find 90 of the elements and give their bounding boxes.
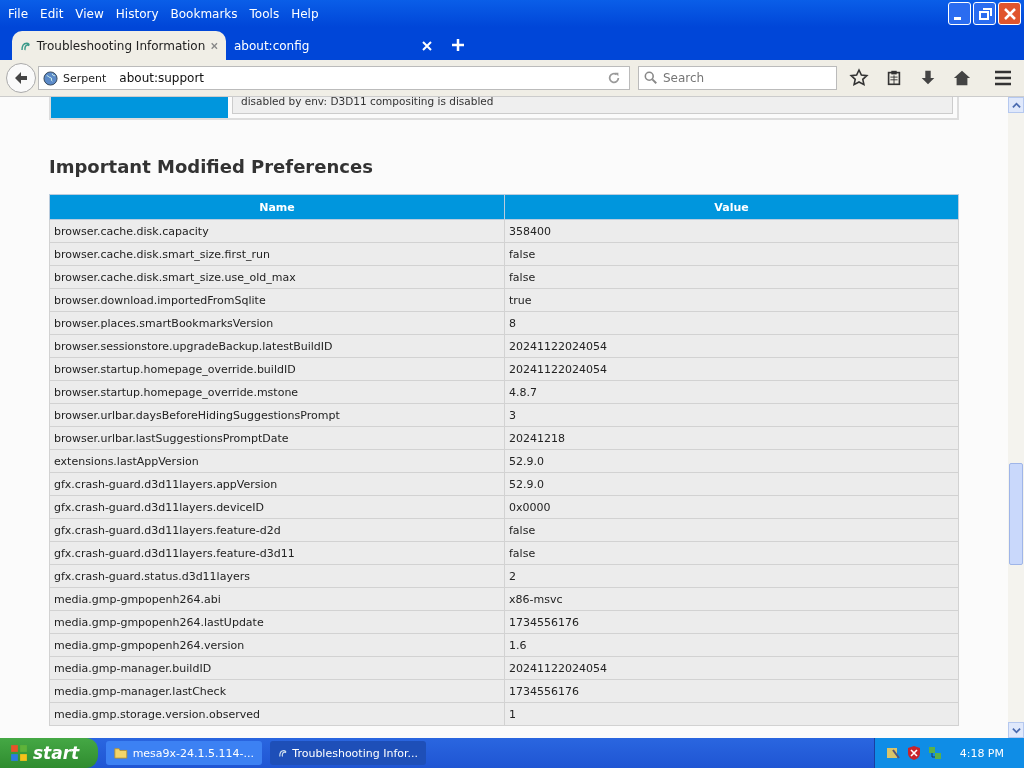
tab-label: Troubleshooting Information <box>36 38 206 53</box>
minimize-button[interactable] <box>948 2 971 25</box>
table-cell: 4.8.7 <box>504 380 959 404</box>
taskbar-button[interactable]: mesa9x-24.1.5.114-... <box>106 741 262 765</box>
table-cell: 2 <box>504 564 959 588</box>
table-cell: false <box>504 518 959 542</box>
table-cell: 358400 <box>504 219 959 243</box>
new-tab-icon[interactable] <box>452 39 464 51</box>
section-heading: Important Modified Preferences <box>49 156 374 177</box>
scroll-up-icon[interactable] <box>1011 100 1021 110</box>
table-cell: 52.9.0 <box>504 449 959 473</box>
browser-tab[interactable]: about:config <box>226 31 440 60</box>
url-field[interactable]: Serpent about:support <box>38 66 630 90</box>
restore-button[interactable] <box>973 2 996 25</box>
menu-item[interactable]: File <box>2 6 35 21</box>
back-arrow-icon <box>13 70 29 86</box>
table-cell: 20241122024054 <box>504 334 959 358</box>
globe-icon <box>43 70 58 86</box>
menu-icon[interactable] <box>993 68 1013 88</box>
table-cell: false <box>504 541 959 565</box>
folder-icon <box>114 745 128 761</box>
table-cell: 20241122024054 <box>504 656 959 680</box>
table-cell: browser.cache.disk.smart_size.use_old_max <box>49 265 505 289</box>
url-text: about:support <box>119 71 205 85</box>
table-cell: 20241122024054 <box>504 357 959 381</box>
table-cell: browser.cache.disk.capacity <box>49 219 505 243</box>
scrollbar-thumb[interactable] <box>1009 463 1023 565</box>
table-cell: gfx.crash-guard.status.d3d11layers <box>49 564 505 588</box>
scrollbar[interactable] <box>1008 97 1024 738</box>
table-cell: false <box>504 265 959 289</box>
table-cell: 0x0000 <box>504 495 959 519</box>
table-cell: false <box>504 242 959 266</box>
table-cell: browser.sessionstore.upgradeBackup.latestBuildID <box>49 334 505 358</box>
table-cell: media.gmp-manager.buildID <box>49 656 505 680</box>
back-button[interactable] <box>6 63 36 93</box>
site-identity: Serpent <box>63 71 107 85</box>
table-cell: 3 <box>504 403 959 427</box>
table-cell: media.gmp-gmpopenh264.lastUpdate <box>49 610 505 634</box>
minimize-icon <box>954 17 961 20</box>
table-cell: media.gmp.storage.version.observed <box>49 702 505 726</box>
table-cell: browser.startup.homepage_override.buildID <box>49 357 505 381</box>
menu-item[interactable]: View <box>69 6 110 21</box>
start-button[interactable]: start <box>0 738 98 768</box>
shield-icon[interactable] <box>905 745 922 761</box>
table-cell: browser.urlbar.daysBeforeHidingSuggestionsPrompt <box>49 403 505 427</box>
close-button[interactable] <box>998 2 1021 25</box>
table-cell: media.gmp-manager.lastCheck <box>49 679 505 703</box>
table-cell: disabled by env: D3D11 compositing is disabled <box>232 97 953 114</box>
table-cell: 1734556176 <box>504 610 959 634</box>
table-cell: 52.9.0 <box>504 472 959 496</box>
tray-icon[interactable] <box>884 745 901 761</box>
reload-icon[interactable] <box>607 71 621 85</box>
tab-label: about:config <box>234 38 311 53</box>
clock: 4:18 PM <box>959 746 1004 760</box>
table-cell: 20241218 <box>504 426 959 450</box>
table-cell: browser.cache.disk.smart_size.first_run <box>49 242 505 266</box>
table-cell: media.gmp-gmpopenh264.abi <box>49 587 505 611</box>
close-icon[interactable] <box>422 40 432 51</box>
download-icon[interactable] <box>919 69 937 87</box>
table-cell: 1 <box>504 702 959 726</box>
table-cell: gfx.crash-guard.d3d11layers.appVersion <box>49 472 505 496</box>
table-cell: x86-msvc <box>504 587 959 611</box>
column-header: Value <box>504 194 959 220</box>
table-cell: 8 <box>504 311 959 335</box>
menu-item[interactable]: Tools <box>243 6 286 21</box>
menu-item[interactable]: History <box>109 6 165 21</box>
table-cell: gfx.crash-guard.d3d11layers.feature-d3d11 <box>49 541 505 565</box>
clipboard-icon[interactable] <box>885 69 903 87</box>
table-cell: 1734556176 <box>504 679 959 703</box>
menu-item[interactable]: Edit <box>34 6 70 21</box>
table-cell: browser.urlbar.lastSuggestionsPromptDate <box>49 426 505 450</box>
table-cell: browser.download.importedFromSqlite <box>49 288 505 312</box>
table-cell: extensions.lastAppVersion <box>49 449 505 473</box>
table-cell: gfx.crash-guard.d3d11layers.deviceID <box>49 495 505 519</box>
table-cell: browser.startup.homepage_override.mstone <box>49 380 505 404</box>
home-icon[interactable] <box>953 69 971 87</box>
taskbar-button[interactable]: Troubleshooting Infor... <box>270 741 426 765</box>
table-cell: browser.places.smartBookmarksVersion <box>49 311 505 335</box>
browser-tab[interactable]: Troubleshooting Information <box>12 31 226 60</box>
table-cell: 1.6 <box>504 633 959 657</box>
scroll-down-icon[interactable] <box>1011 725 1021 735</box>
menu-item[interactable]: Bookmarks <box>164 6 244 21</box>
table-cell: gfx.crash-guard.d3d11layers.feature-d2d <box>49 518 505 542</box>
table-cell: media.gmp-gmpopenh264.version <box>49 633 505 657</box>
star-icon[interactable] <box>849 68 869 88</box>
column-header: Name <box>49 194 505 220</box>
search-field[interactable]: Search <box>638 66 837 90</box>
menu-item[interactable]: Help <box>285 6 325 21</box>
table-cell: true <box>504 288 959 312</box>
windows-logo-icon <box>10 744 28 762</box>
